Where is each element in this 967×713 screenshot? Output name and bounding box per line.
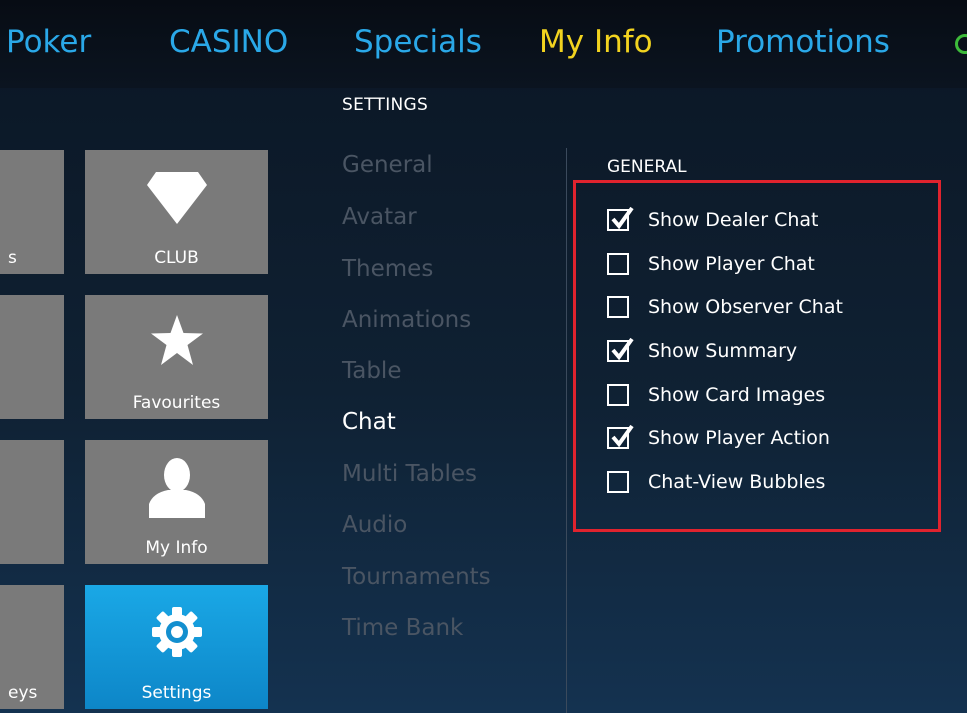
checkbox[interactable]: [607, 253, 629, 275]
option-chat-view-bubbles[interactable]: Chat-View Bubbles: [607, 468, 825, 496]
tile-label: Favourites: [132, 393, 221, 413]
tile-partial-2[interactable]: [0, 295, 64, 419]
option-show-summary[interactable]: Show Summary: [607, 337, 797, 365]
option-show-observer-chat[interactable]: Show Observer Chat: [607, 293, 843, 321]
tile-label: My Info: [145, 538, 208, 558]
option-show-card-images[interactable]: Show Card Images: [607, 381, 825, 409]
tile-partial-1[interactable]: s: [0, 150, 64, 274]
nav-poker[interactable]: Poker: [6, 22, 91, 62]
top-navigation: Poker CASINO Specials My Info Promotions: [0, 0, 967, 88]
option-label: Show Card Images: [648, 384, 826, 406]
checkbox[interactable]: [607, 206, 634, 231]
star-icon: [150, 315, 203, 369]
option-label: Show Player Chat: [648, 253, 815, 275]
option-label: Chat-View Bubbles: [648, 471, 826, 493]
tile-my-info[interactable]: My Info: [85, 440, 268, 564]
menu-item-table[interactable]: Table: [342, 356, 401, 386]
tile-label: CLUB: [154, 248, 199, 268]
diamond-icon: [146, 172, 207, 228]
menu-item-tournaments[interactable]: Tournaments: [342, 562, 491, 592]
settings-title: SETTINGS: [342, 95, 429, 115]
section-title: GENERAL: [607, 157, 687, 177]
menu-item-themes[interactable]: Themes: [342, 254, 433, 284]
checkbox[interactable]: [607, 471, 629, 493]
menu-item-audio[interactable]: Audio: [342, 510, 407, 540]
panel-divider: [566, 148, 567, 713]
option-label: Show Observer Chat: [648, 296, 843, 318]
option-show-player-action[interactable]: Show Player Action: [607, 424, 830, 452]
checkmark-icon: [611, 206, 634, 230]
checkbox[interactable]: [607, 337, 634, 362]
menu-item-avatar[interactable]: Avatar: [342, 202, 417, 232]
tile-partial-4[interactable]: eys: [0, 585, 64, 709]
checkmark-icon: [611, 337, 634, 361]
menu-item-chat[interactable]: Chat: [342, 407, 396, 437]
option-show-dealer-chat[interactable]: Show Dealer Chat: [607, 206, 819, 234]
option-label: Show Summary: [648, 340, 798, 362]
nav-specials[interactable]: Specials: [354, 22, 482, 62]
tile-favourites[interactable]: Favourites: [85, 295, 268, 419]
checkbox[interactable]: [607, 296, 629, 318]
menu-item-multi-tables[interactable]: Multi Tables: [342, 459, 477, 489]
tile-club[interactable]: CLUB: [85, 150, 268, 274]
menu-item-time-bank[interactable]: Time Bank: [342, 613, 463, 643]
checkmark-icon: [611, 424, 634, 448]
menu-item-animations[interactable]: Animations: [342, 305, 471, 335]
nav-promotions[interactable]: Promotions: [716, 22, 890, 62]
tile-label: Settings: [141, 683, 212, 703]
checkbox[interactable]: [607, 424, 634, 449]
nav-my-info[interactable]: My Info: [539, 22, 653, 62]
nav-casino[interactable]: CASINO: [169, 22, 288, 62]
option-show-player-chat[interactable]: Show Player Chat: [607, 250, 815, 278]
checkbox[interactable]: [607, 384, 629, 406]
tile-partial-label: s: [8, 248, 17, 268]
tile-partial-label: eys: [8, 683, 38, 703]
nav-next-icon[interactable]: [955, 34, 967, 54]
option-label: Show Player Action: [648, 427, 830, 449]
menu-item-general[interactable]: General: [342, 150, 433, 180]
person-icon: [148, 458, 205, 522]
option-label: Show Dealer Chat: [648, 209, 819, 231]
tile-settings[interactable]: Settings: [85, 585, 268, 709]
gear-icon: [151, 607, 202, 661]
tile-partial-3[interactable]: [0, 440, 64, 564]
